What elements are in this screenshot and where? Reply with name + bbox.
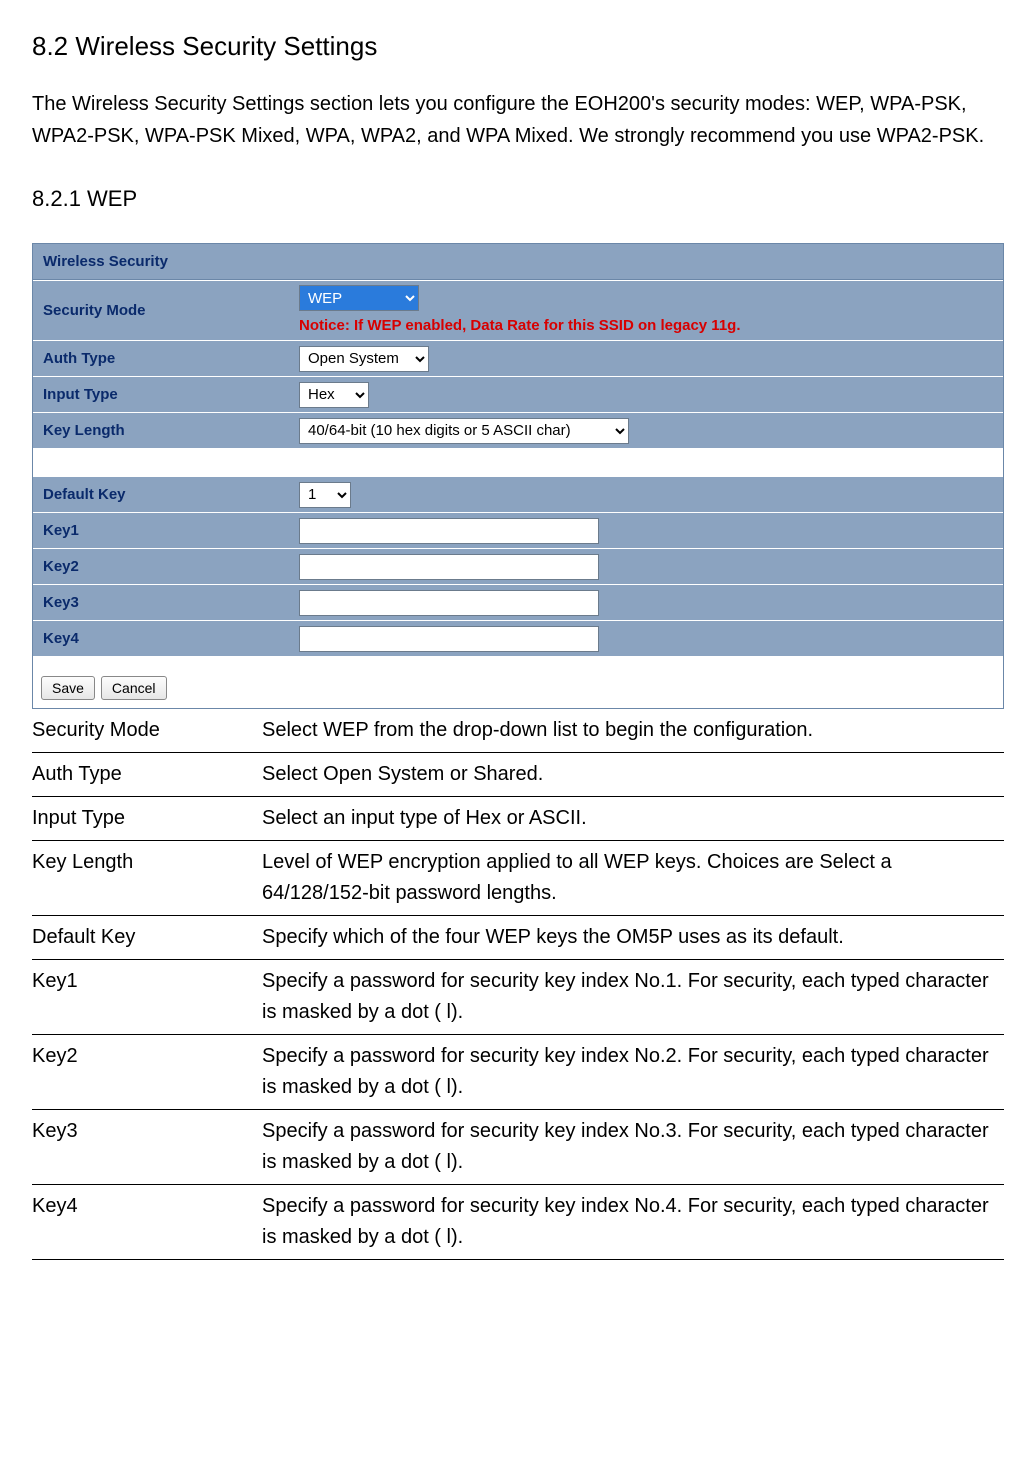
table-row: Auth Type Select Open System or Shared.	[32, 753, 1004, 797]
select-default-key[interactable]: 1	[299, 482, 351, 508]
save-button[interactable]: Save	[41, 676, 95, 700]
row-default-key: Default Key 1	[33, 476, 1003, 512]
table-row: Key2 Specify a password for security key…	[32, 1035, 1004, 1110]
cancel-button[interactable]: Cancel	[101, 676, 167, 700]
label-key2: Key2	[33, 549, 293, 584]
row-key4: Key4	[33, 620, 1003, 656]
desc-term: Auth Type	[32, 753, 262, 797]
desc-def: Select Open System or Shared.	[262, 753, 1004, 797]
table-row: Key Length Level of WEP encryption appli…	[32, 841, 1004, 916]
row-key1: Key1	[33, 512, 1003, 548]
select-security-mode[interactable]: WEP	[299, 285, 419, 311]
table-row: Key4 Specify a password for security key…	[32, 1185, 1004, 1260]
desc-def: Specify a password for security key inde…	[262, 1185, 1004, 1260]
input-key1[interactable]	[299, 518, 599, 544]
row-key2: Key2	[33, 548, 1003, 584]
desc-def: Specify a password for security key inde…	[262, 960, 1004, 1035]
section-intro: The Wireless Security Settings section l…	[32, 88, 1004, 152]
input-key2[interactable]	[299, 554, 599, 580]
desc-term: Key4	[32, 1185, 262, 1260]
table-row: Key1 Specify a password for security key…	[32, 960, 1004, 1035]
desc-term: Key1	[32, 960, 262, 1035]
label-security-mode: Security Mode	[33, 281, 293, 340]
row-input-type: Input Type Hex	[33, 376, 1003, 412]
desc-def: Specify which of the four WEP keys the O…	[262, 916, 1004, 960]
desc-term: Key3	[32, 1110, 262, 1185]
label-key1: Key1	[33, 513, 293, 548]
desc-term: Default Key	[32, 916, 262, 960]
table-row: Default Key Specify which of the four WE…	[32, 916, 1004, 960]
input-key3[interactable]	[299, 590, 599, 616]
description-table: Security Mode Select WEP from the drop-d…	[32, 709, 1004, 1260]
desc-def: Specify a password for security key inde…	[262, 1110, 1004, 1185]
desc-term: Input Type	[32, 797, 262, 841]
label-key4: Key4	[33, 621, 293, 656]
label-key-length: Key Length	[33, 413, 293, 448]
wireless-security-panel: Wireless Security Security Mode WEP Noti…	[32, 243, 1004, 709]
desc-term: Key2	[32, 1035, 262, 1110]
desc-def: Specify a password for security key inde…	[262, 1035, 1004, 1110]
input-key4[interactable]	[299, 626, 599, 652]
table-row: Key3 Specify a password for security key…	[32, 1110, 1004, 1185]
select-auth-type[interactable]: Open System	[299, 346, 429, 372]
label-default-key: Default Key	[33, 477, 293, 512]
label-auth-type: Auth Type	[33, 341, 293, 376]
label-input-type: Input Type	[33, 377, 293, 412]
row-auth-type: Auth Type Open System	[33, 340, 1003, 376]
desc-def: Select WEP from the drop-down list to be…	[262, 709, 1004, 753]
table-row: Input Type Select an input type of Hex o…	[32, 797, 1004, 841]
row-key3: Key3	[33, 584, 1003, 620]
desc-term: Security Mode	[32, 709, 262, 753]
panel-header: Wireless Security	[33, 244, 1003, 280]
label-key3: Key3	[33, 585, 293, 620]
row-key-length: Key Length 40/64-bit (10 hex digits or 5…	[33, 412, 1003, 448]
table-row: Security Mode Select WEP from the drop-d…	[32, 709, 1004, 753]
select-input-type[interactable]: Hex	[299, 382, 369, 408]
section-title: 8.2 Wireless Security Settings	[32, 28, 1004, 64]
row-security-mode: Security Mode WEP Notice: If WEP enabled…	[33, 280, 1003, 340]
select-key-length[interactable]: 40/64-bit (10 hex digits or 5 ASCII char…	[299, 418, 629, 444]
desc-def: Select an input type of Hex or ASCII.	[262, 797, 1004, 841]
subsection-title: 8.2.1 WEP	[32, 184, 1004, 215]
desc-def: Level of WEP encryption applied to all W…	[262, 841, 1004, 916]
panel-footer: Save Cancel	[33, 656, 1003, 708]
desc-term: Key Length	[32, 841, 262, 916]
spacer	[33, 448, 1003, 476]
wep-notice: Notice: If WEP enabled, Data Rate for th…	[299, 315, 741, 336]
